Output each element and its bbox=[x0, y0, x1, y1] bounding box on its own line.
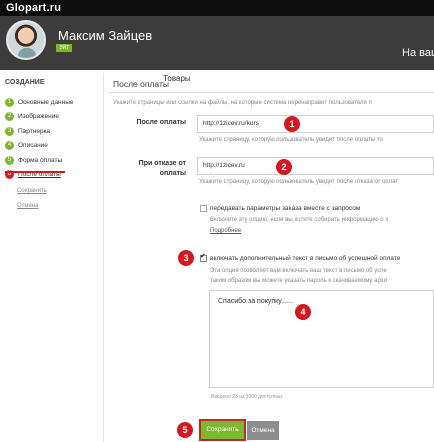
cancel-button[interactable]: Отмена bbox=[247, 421, 279, 440]
sidebar-step-payment-form[interactable]: 5 Форма оплаты bbox=[5, 153, 74, 168]
sidebar-step-after-payment[interactable]: 6 После оплаты bbox=[5, 168, 74, 183]
step-number-5: 5 bbox=[5, 155, 14, 165]
step-number-4: 4 bbox=[5, 141, 14, 151]
sidebar-title: СОЗДАНИЕ bbox=[5, 79, 45, 86]
step-label: Описание bbox=[18, 142, 48, 150]
sidebar-step-image[interactable]: 2 Изображение bbox=[5, 110, 74, 125]
extra-text-hint-2: таким образом вы можете указать пароль к… bbox=[210, 278, 388, 284]
content-divider bbox=[103, 73, 104, 442]
sidebar: СОЗДАНИЕ 1 Основные данные 2 Изображение… bbox=[0, 70, 100, 442]
intro-text: Укажите страницы или ссылки на файлы, на… bbox=[113, 100, 372, 106]
annotation-marker-1: 1 bbox=[284, 116, 300, 132]
sidebar-step-affiliate[interactable]: 3 Партнерка bbox=[5, 124, 74, 139]
payment-refused-label-2: оплаты bbox=[159, 170, 186, 177]
header-right-text: На ваш bbox=[402, 47, 434, 59]
pass-params-checkbox[interactable] bbox=[200, 205, 207, 212]
after-payment-url-input[interactable]: http://1zicev.ru/kurs bbox=[197, 115, 434, 133]
annotation-marker-2: 2 bbox=[276, 159, 292, 175]
more-info-link[interactable]: Подробнее bbox=[210, 228, 241, 234]
sidebar-cancel-link[interactable]: Отмена bbox=[17, 203, 39, 209]
tab-messages[interactable]: Сообщения bbox=[243, 72, 296, 86]
pass-params-label: передавать параметры заказа вместе с зап… bbox=[210, 205, 361, 212]
save-button[interactable]: Сохранить bbox=[199, 419, 246, 441]
tab-catalog[interactable]: Катал bbox=[385, 72, 417, 86]
step-number-3: 3 bbox=[5, 126, 14, 136]
annotation-marker-4: 4 bbox=[295, 304, 311, 320]
step-label: Изображение bbox=[18, 113, 59, 121]
pass-params-hint: Включите эту опцию, если вы хотите собир… bbox=[210, 217, 389, 223]
payment-refused-url-input[interactable]: http://1zicev.ru bbox=[197, 157, 434, 175]
username: Максим Зайцев bbox=[58, 28, 153, 43]
step-number-1: 1 bbox=[5, 97, 14, 107]
section-title: После оплаты bbox=[113, 79, 169, 89]
tab-statistics[interactable]: Статистика bbox=[333, 72, 385, 86]
step-list: 1 Основные данные 2 Изображение 3 Партне… bbox=[5, 95, 74, 182]
after-payment-label: После оплаты bbox=[136, 119, 186, 126]
sidebar-step-description[interactable]: 4 Описание bbox=[5, 139, 74, 154]
char-counter: Введено 23 из 3000 доступных bbox=[211, 394, 283, 400]
step-label: Форма оплаты bbox=[18, 156, 63, 164]
sidebar-step-basic-data[interactable]: 1 Основные данные bbox=[5, 95, 74, 110]
after-payment-hint: Укажите страницу, которую пользователь у… bbox=[199, 137, 383, 143]
extra-text-label: включать дополнительный текст в письмо о… bbox=[210, 255, 401, 262]
annotation-marker-3: 3 bbox=[178, 250, 194, 266]
avatar[interactable] bbox=[6, 20, 46, 60]
extra-text-textarea[interactable]: Спасибо за покупку...... bbox=[209, 290, 434, 388]
user-badge: ЭЙТ bbox=[56, 44, 73, 52]
tab-partners[interactable]: Партнеры bbox=[196, 72, 243, 86]
brand-logo[interactable]: Glopart.ru bbox=[6, 2, 61, 14]
sidebar-save-link[interactable]: Сохранить bbox=[17, 188, 47, 194]
step-label: Основные данные bbox=[18, 98, 74, 106]
current-step-highlight bbox=[5, 171, 65, 173]
top-bar: Glopart.ru bbox=[0, 0, 434, 16]
extra-text-hint-1: Эта опция позволяет вам включать ваш тек… bbox=[210, 268, 387, 274]
profile-header: На ваш Мой Glopart Товары Партнеры Сообщ… bbox=[0, 16, 434, 86]
tab-orders[interactable]: Заказы bbox=[296, 72, 333, 86]
step-number-2: 2 bbox=[5, 112, 14, 122]
payment-refused-hint: Укажите страницу, которую пользователь у… bbox=[199, 179, 399, 185]
section-divider bbox=[109, 92, 434, 93]
extra-text-checkbox[interactable] bbox=[200, 252, 207, 262]
payment-refused-label-1: При отказе от bbox=[138, 160, 186, 167]
annotation-marker-5: 5 bbox=[177, 422, 193, 438]
step-label: Партнерка bbox=[18, 127, 51, 135]
